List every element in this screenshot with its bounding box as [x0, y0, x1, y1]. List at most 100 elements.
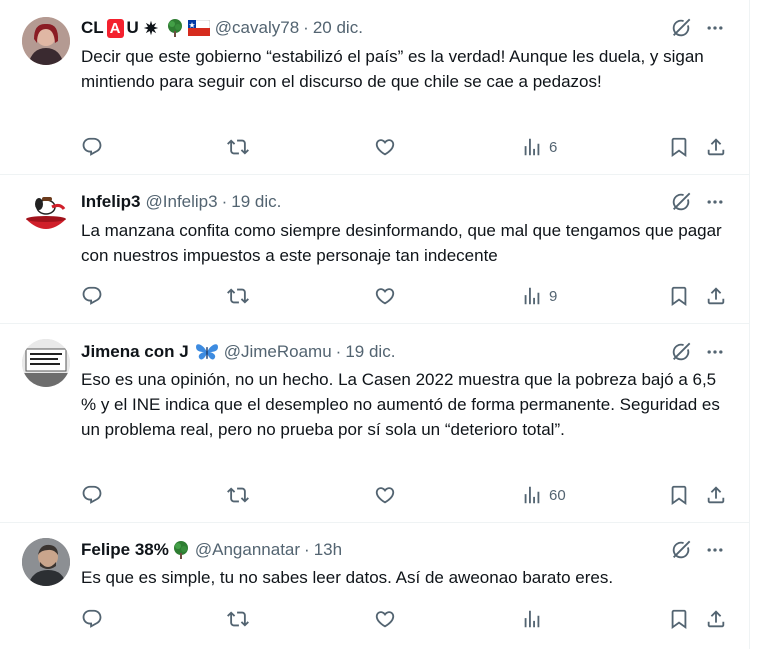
like-icon: [374, 608, 396, 630]
reply-icon: [81, 484, 103, 506]
butterfly-icon: [195, 342, 219, 362]
retweet-button[interactable]: [227, 135, 249, 159]
more-icon[interactable]: [705, 192, 725, 212]
views-button[interactable]: 60: [521, 483, 566, 507]
reply-button[interactable]: [81, 135, 103, 159]
bookmark-button[interactable]: [668, 483, 690, 507]
share-button[interactable]: [705, 135, 727, 159]
views-button[interactable]: [521, 607, 549, 631]
share-button[interactable]: [705, 284, 727, 308]
chile-flag-icon: [188, 20, 210, 36]
bookmark-button[interactable]: [668, 284, 690, 308]
tweet-date[interactable]: 20 dic.: [313, 18, 363, 38]
tree-icon: [165, 18, 185, 38]
tweet[interactable]: CL A U @cavaly78 · 20 dic. Decir que este …: [0, 0, 749, 175]
views-button[interactable]: 9: [521, 284, 557, 308]
burst-icon: [143, 20, 159, 36]
dot-separator: ·: [221, 192, 228, 211]
views-icon: [521, 285, 543, 307]
like-button[interactable]: [374, 607, 396, 631]
retweet-button[interactable]: [227, 483, 249, 507]
grok-icon[interactable]: [670, 341, 692, 363]
tweet-actions: [81, 607, 731, 631]
share-button[interactable]: [705, 483, 727, 507]
display-name[interactable]: Infelip3: [81, 192, 141, 212]
retweet-icon: [227, 484, 249, 506]
views-count: 6: [549, 138, 558, 156]
tweet-text: Es que es simple, tu no sabes leer datos…: [81, 568, 614, 587]
more-icon[interactable]: [705, 18, 725, 38]
tweet-header: Jimena con J @JimeRoamu · 19 dic.: [81, 341, 725, 363]
display-name[interactable]: CL A U: [81, 18, 139, 38]
like-icon: [374, 484, 396, 506]
avatar[interactable]: [22, 538, 70, 586]
reply-icon: [81, 608, 103, 630]
grok-icon[interactable]: [670, 191, 692, 213]
grok-icon[interactable]: [670, 17, 692, 39]
tweet-header: Infelip3 @Infelip3 · 19 dic.: [81, 191, 725, 213]
dot-separator: ·: [304, 540, 310, 559]
views-icon: [521, 608, 543, 630]
avatar-image: [22, 538, 70, 586]
like-icon: [374, 285, 396, 307]
display-name[interactable]: Jimena con J: [81, 342, 189, 362]
tweet-date[interactable]: 19 dic.: [345, 342, 395, 362]
avatar[interactable]: [22, 339, 70, 387]
reply-button[interactable]: [81, 284, 103, 308]
retweet-button[interactable]: [227, 284, 249, 308]
tweet[interactable]: Infelip3 @Infelip3 · 19 dic. La manzana …: [0, 175, 749, 324]
reply-button[interactable]: [81, 607, 103, 631]
user-handle[interactable]: @Infelip3: [146, 192, 218, 212]
retweet-icon: [227, 136, 249, 158]
share-icon: [705, 608, 727, 630]
bookmark-button[interactable]: [668, 607, 690, 631]
more-icon[interactable]: [705, 540, 725, 560]
share-button[interactable]: [705, 607, 727, 631]
user-handle[interactable]: @JimeRoamu: [224, 342, 332, 362]
display-name[interactable]: Felipe 38%: [81, 540, 169, 560]
avatar[interactable]: [22, 189, 70, 237]
share-icon: [705, 285, 727, 307]
tweet-date[interactable]: 13h: [314, 540, 342, 560]
avatar[interactable]: [22, 17, 70, 65]
grok-icon[interactable]: [670, 539, 692, 561]
retweet-button[interactable]: [227, 607, 249, 631]
views-count: 60: [549, 486, 566, 504]
avatar-image: [22, 339, 70, 387]
reply-icon: [81, 136, 103, 158]
views-button[interactable]: 6: [521, 135, 557, 159]
tweet-text: La manzana confita como siempre desinfor…: [81, 221, 722, 265]
bookmark-button[interactable]: [668, 135, 690, 159]
tweet-text: Decir que este gobierno “estabilizó el p…: [81, 47, 704, 91]
tweet-header: Felipe 38% @Angannatar · 13h: [81, 539, 725, 561]
tweet-date[interactable]: 19 dic.: [231, 192, 281, 212]
user-handle[interactable]: @cavaly78: [215, 18, 299, 38]
user-handle[interactable]: @Angannatar: [195, 540, 300, 560]
like-icon: [374, 136, 396, 158]
share-icon: [705, 136, 727, 158]
tweet[interactable]: Felipe 38% @Angannatar · 13h Es que es s…: [0, 523, 749, 649]
bookmark-icon: [668, 136, 690, 158]
reply-button[interactable]: [81, 483, 103, 507]
views-icon: [521, 484, 543, 506]
tweet[interactable]: Jimena con J @JimeRoamu · 19 dic. Eso es…: [0, 324, 749, 523]
letter-a-badge: A: [106, 19, 124, 38]
share-icon: [705, 484, 727, 506]
avatar-image: [22, 17, 70, 65]
tweet-text: Eso es una opinión, no un hecho. La Case…: [81, 370, 720, 439]
dot-separator: ·: [303, 18, 309, 37]
like-button[interactable]: [374, 284, 396, 308]
bookmark-icon: [668, 608, 690, 630]
tweet-actions: 60: [81, 483, 731, 507]
views-count: 9: [549, 287, 558, 305]
retweet-icon: [227, 285, 249, 307]
tweet-header: CL A U @cavaly78 · 20 dic.: [81, 17, 725, 39]
bookmark-icon: [668, 285, 690, 307]
like-button[interactable]: [374, 483, 396, 507]
dot-separator: ·: [335, 342, 342, 361]
reply-feed: CL A U @cavaly78 · 20 dic. Decir que este …: [0, 0, 750, 649]
like-button[interactable]: [374, 135, 396, 159]
bookmark-icon: [668, 484, 690, 506]
more-icon[interactable]: [705, 342, 725, 362]
views-icon: [521, 136, 543, 158]
